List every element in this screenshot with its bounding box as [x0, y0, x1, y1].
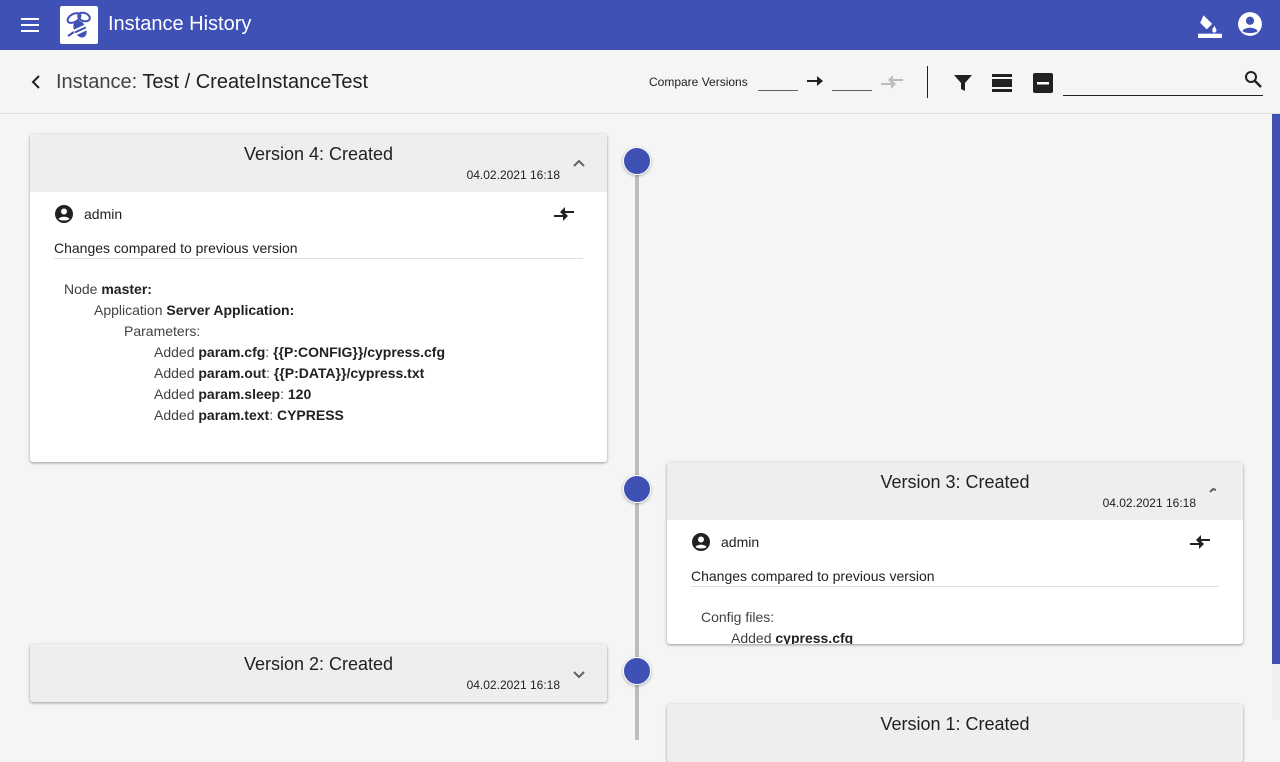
version-title: Version 4: Created	[243, 144, 394, 164]
account-circle-icon	[692, 533, 710, 551]
account-circle-icon[interactable]	[1237, 11, 1263, 37]
changes-label: Changes compared to previous version	[54, 240, 583, 259]
compare-from-field[interactable]	[758, 70, 798, 91]
param-value: {{P:CONFIG}}/cypress.cfg	[273, 344, 446, 360]
timeline-line	[635, 160, 639, 740]
compare-icon[interactable]	[553, 204, 575, 224]
param-key: param.text	[198, 407, 270, 423]
version-card: Version 3: Created 04.02.2021 16:18 admi…	[667, 462, 1243, 644]
version-date: 04.02.2021 16:18	[466, 168, 560, 182]
user-name: admin	[721, 534, 760, 550]
compare-icon[interactable]	[880, 72, 904, 92]
timeline-dot	[623, 657, 651, 685]
node-line: Node master:	[64, 281, 152, 297]
param-change: Added param.text: CYPRESS	[154, 407, 344, 423]
param-key: param.sleep	[198, 386, 281, 402]
application-prefix: Application	[94, 302, 163, 318]
app-title: Instance History	[108, 13, 252, 35]
param-action: Added	[154, 386, 195, 402]
version-date: 04.02.2021 16:18	[466, 678, 560, 692]
breadcrumb: Instance: Test / CreateInstanceTest	[56, 71, 368, 94]
breadcrumb-prefix: Instance:	[56, 71, 138, 93]
arrow-right-icon	[807, 76, 823, 86]
version-card-header[interactable]: Version 2: Created 04.02.2021 16:18	[30, 644, 607, 702]
app-bar: Instance History	[0, 0, 1280, 50]
config-action: Added	[731, 630, 772, 644]
param-value: {{P:DATA}}/cypress.txt	[273, 365, 425, 381]
account-circle-icon	[55, 205, 73, 223]
back-icon[interactable]	[26, 72, 46, 92]
view-density-icon[interactable]	[991, 72, 1013, 94]
param-action: Added	[154, 365, 195, 381]
version-card: Version 2: Created 04.02.2021 16:18	[30, 644, 607, 702]
param-change: Added param.cfg: {{P:CONFIG}}/cypress.cf…	[154, 344, 446, 360]
application-line: Application Server Application:	[94, 302, 294, 318]
param-action: Added	[154, 407, 195, 423]
version-title: Version 3: Created	[880, 472, 1030, 492]
version-card-header[interactable]: Version 4: Created 04.02.2021 16:18	[30, 134, 607, 192]
bee-icon	[66, 11, 91, 38]
version-date: 04.02.2021 16:18	[1102, 496, 1196, 510]
filter-icon[interactable]	[952, 72, 974, 94]
compare-versions-label: Compare Versions	[649, 75, 748, 89]
param-change: Added param.out: {{P:DATA}}/cypress.txt	[154, 365, 425, 381]
param-value: 120	[287, 386, 312, 402]
config-file-name: cypress.cfg	[775, 630, 854, 644]
chevron-up-icon[interactable]	[1207, 483, 1223, 499]
bee-logo[interactable]	[60, 6, 98, 44]
scrollbar[interactable]	[1272, 114, 1280, 720]
search-icon[interactable]	[1244, 70, 1262, 88]
search-input[interactable]	[1063, 69, 1263, 96]
collapse-all-icon[interactable]	[1032, 72, 1054, 94]
toolbar: Instance: Test / CreateInstanceTest Comp…	[0, 50, 1280, 114]
version-card: Version 4: Created 04.02.2021 16:18 admi…	[30, 134, 607, 462]
config-files-label: Config files:	[701, 609, 775, 625]
menu-icon[interactable]	[20, 15, 40, 35]
breadcrumb-path: Test / CreateInstanceTest	[142, 71, 369, 93]
param-key: param.out	[198, 365, 267, 381]
version-card-header[interactable]: Version 1: Created	[667, 704, 1243, 762]
config-file-change: Added cypress.cfg	[731, 630, 853, 644]
version-card-header[interactable]: Version 3: Created 04.02.2021 16:18	[667, 462, 1243, 520]
node-prefix: Node	[64, 281, 98, 297]
param-value: CYPRESS	[276, 407, 344, 423]
node-name: master:	[101, 281, 152, 297]
timeline-dot	[623, 147, 651, 175]
version-card: Version 1: Created	[667, 704, 1243, 762]
changes-label: Changes compared to previous version	[691, 568, 1219, 587]
chevron-down-icon[interactable]	[571, 667, 587, 683]
version-title: Version 2: Created	[243, 654, 394, 674]
parameters-label: Parameters:	[124, 323, 201, 339]
param-change: Added param.sleep: 120	[154, 386, 312, 402]
compare-icon[interactable]	[1189, 532, 1211, 552]
user-name: admin	[84, 206, 123, 222]
scrollbar-thumb[interactable]	[1272, 114, 1280, 664]
format-paint-icon[interactable]	[1197, 12, 1223, 38]
chevron-up-icon[interactable]	[571, 155, 587, 171]
version-title: Version 1: Created	[880, 714, 1030, 734]
param-action: Added	[154, 344, 195, 360]
application-name: Server Application:	[166, 302, 295, 318]
timeline-dot	[623, 475, 651, 503]
toolbar-divider	[927, 66, 928, 98]
compare-to-field[interactable]	[832, 70, 872, 91]
param-key: param.cfg	[198, 344, 266, 360]
